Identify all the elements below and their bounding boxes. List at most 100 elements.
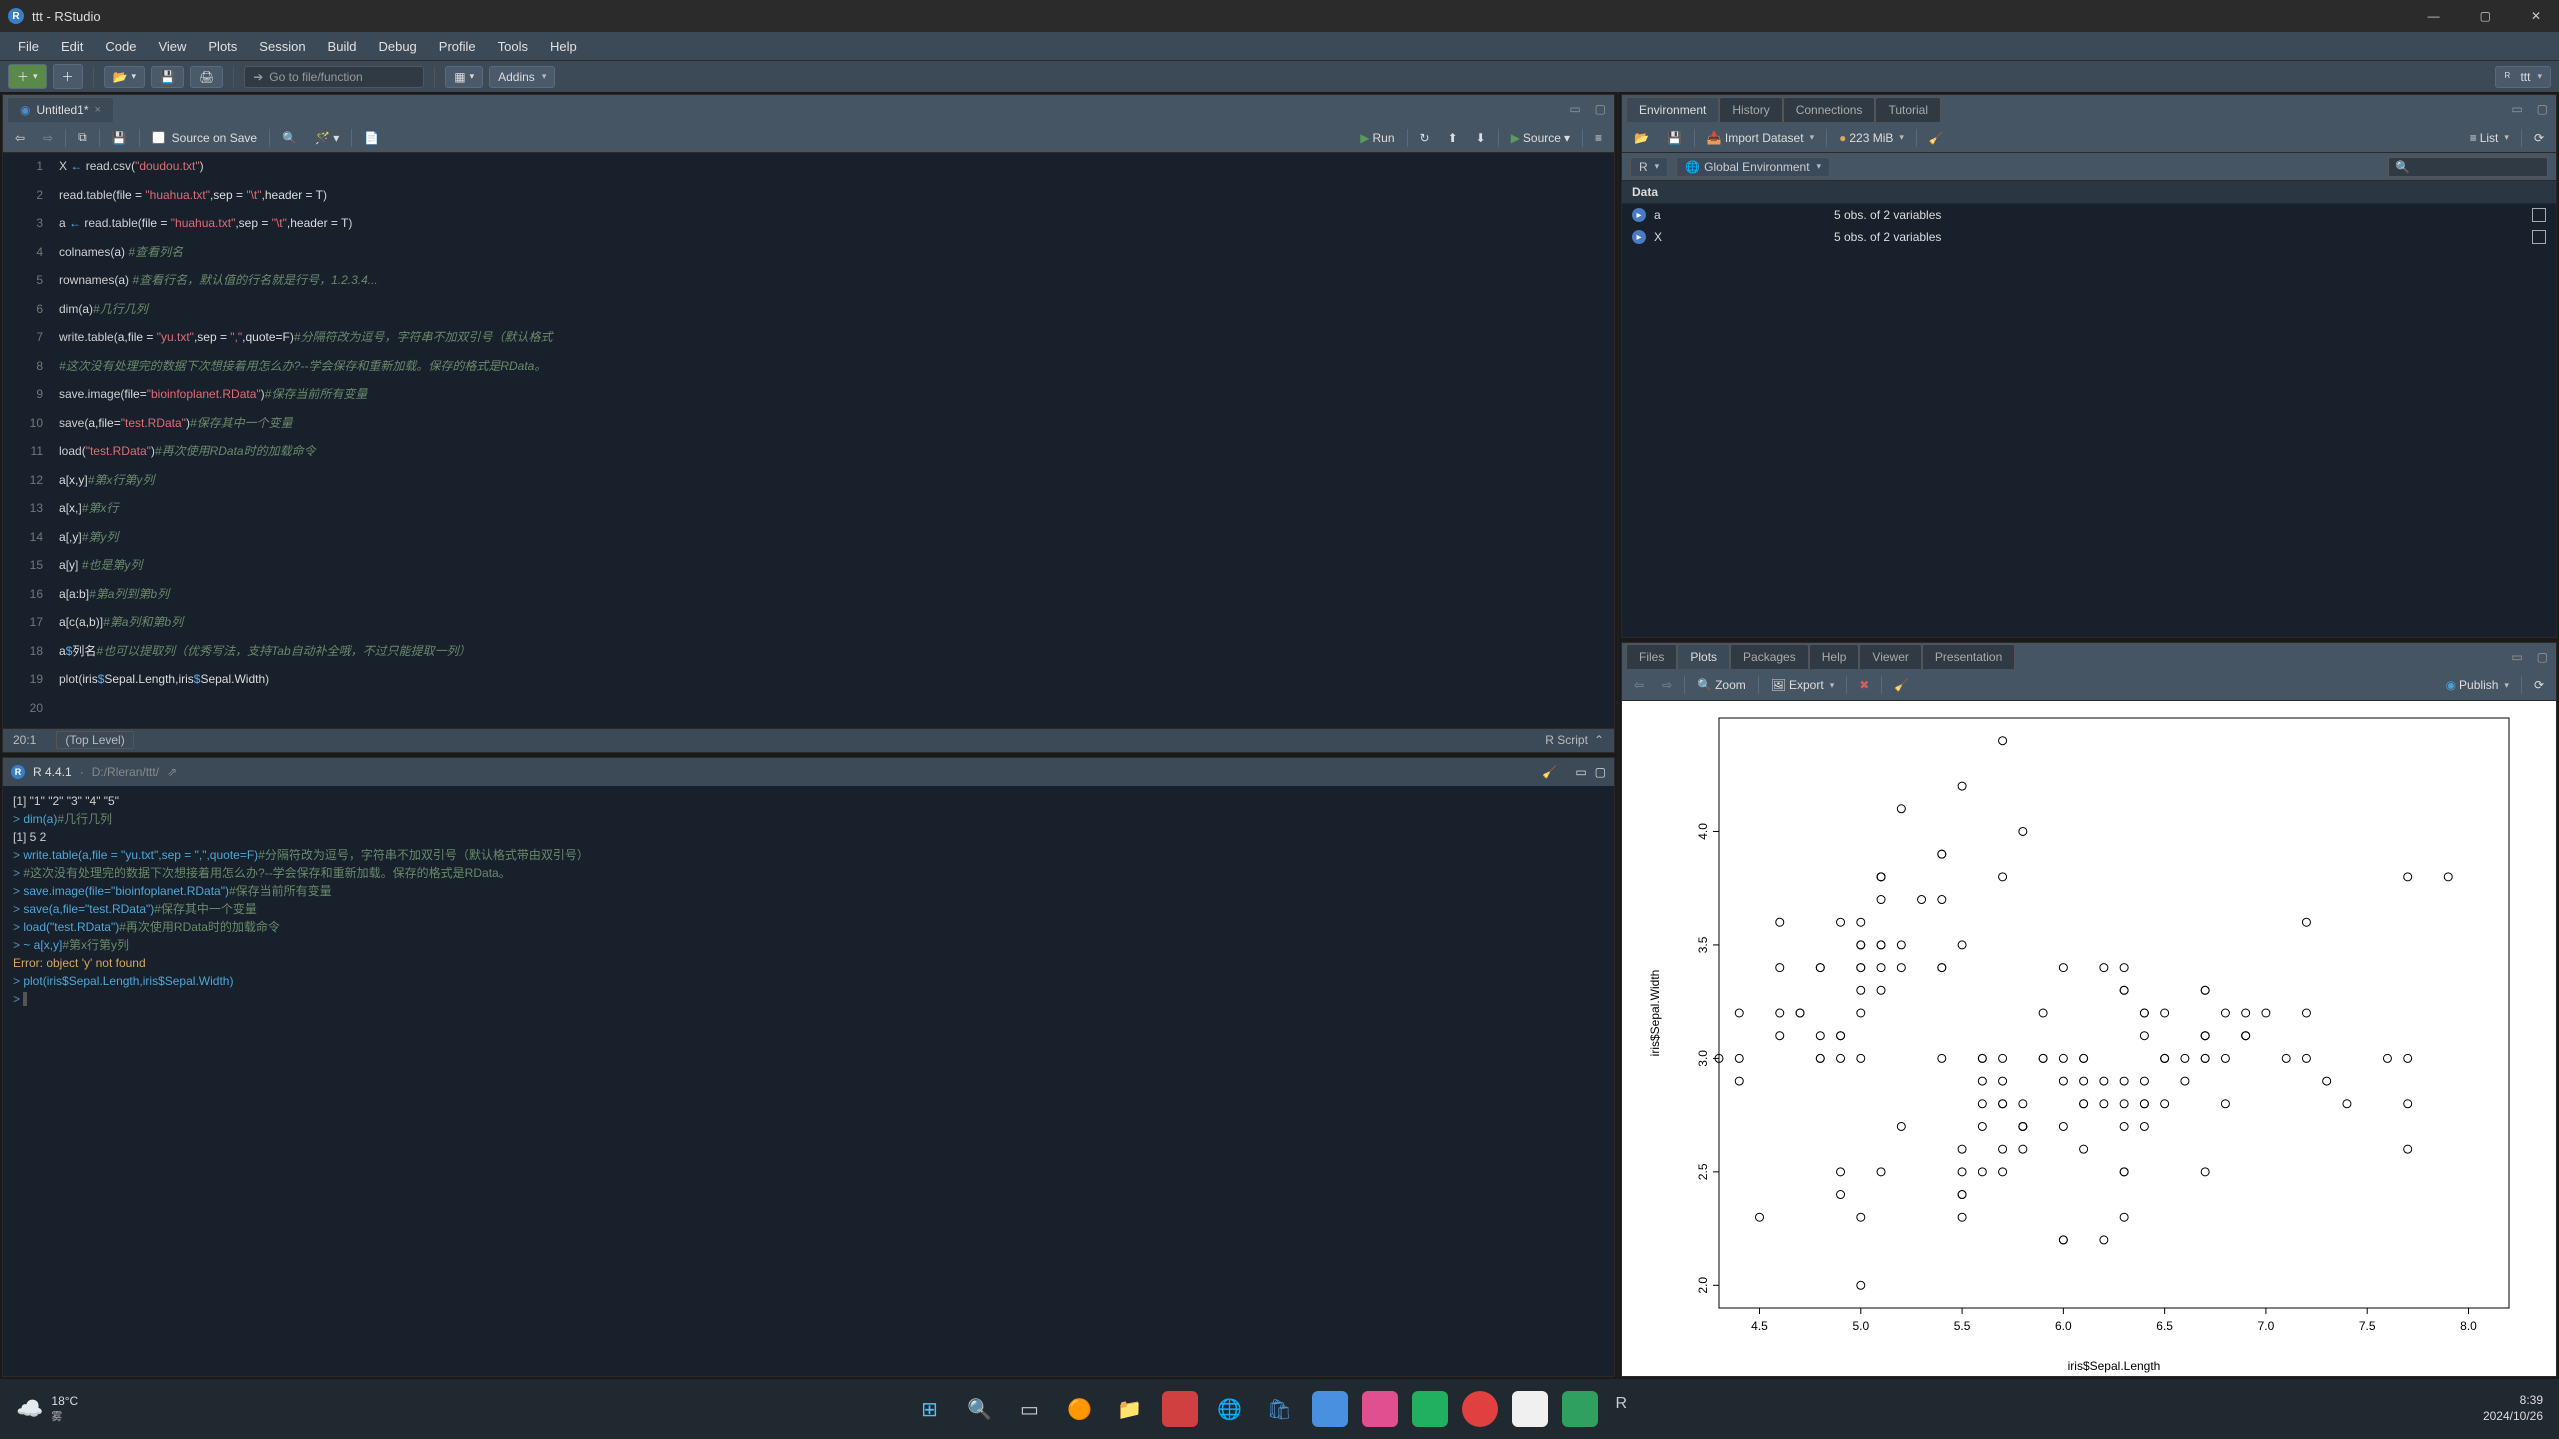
remove-plot-button[interactable]: ✖ (1853, 675, 1875, 695)
publish-button[interactable]: ◉ Publish (2440, 675, 2515, 695)
app-icon-5[interactable] (1462, 1391, 1498, 1427)
start-button[interactable]: ⊞ (912, 1391, 948, 1427)
print-button[interactable]: 🖨 (190, 66, 223, 88)
scope-label[interactable]: (Top Level) (56, 731, 133, 749)
search-button[interactable]: 🔍 (962, 1391, 998, 1427)
grid-view-button[interactable]: ▦▾ (445, 66, 483, 88)
maximize-button[interactable]: ▢ (2470, 5, 2501, 27)
app-icon-7[interactable] (1562, 1391, 1598, 1427)
app-icon-1[interactable] (1162, 1391, 1198, 1427)
load-workspace-button[interactable]: 📂 (1628, 128, 1655, 148)
tab-help[interactable]: Help (1809, 644, 1860, 669)
menu-edit[interactable]: Edit (51, 35, 93, 58)
file-explorer-button[interactable]: 📁 (1112, 1391, 1148, 1427)
tab-connections[interactable]: Connections (1783, 97, 1876, 122)
tab-environment[interactable]: Environment (1626, 97, 1719, 122)
minimize-env-icon[interactable]: ▭ (2507, 100, 2526, 118)
edge-button[interactable]: 🌐 (1212, 1391, 1248, 1427)
menu-file[interactable]: File (8, 35, 49, 58)
source-button[interactable]: ▶ Source ▾ (1505, 128, 1576, 148)
go-to-prev-button[interactable]: ⬆ (1442, 128, 1464, 148)
memory-usage[interactable]: ● 223 MiB (1833, 128, 1910, 148)
tab-presentation[interactable]: Presentation (1922, 644, 2015, 669)
store-button[interactable]: 🛍 (1262, 1391, 1298, 1427)
new-project-button[interactable]: ＋ (53, 64, 83, 89)
minimize-button[interactable]: — (2418, 5, 2450, 27)
console-output[interactable]: [1] "1" "2" "3" "4" "5"> dim(a)#几行几列[1] … (3, 786, 1614, 1376)
refresh-plot-button[interactable]: ⟳ (2528, 675, 2550, 695)
minimize-console-icon[interactable]: ▭ (1575, 765, 1586, 779)
export-plot-button[interactable]: 🖼 Export (1765, 675, 1840, 695)
goto-file-function-input[interactable]: ➔ Go to file/function (244, 66, 424, 88)
compile-report-button[interactable]: 📄 (358, 128, 385, 148)
rstudio-taskbar-button[interactable]: R (1612, 1391, 1648, 1427)
forward-button[interactable]: ⇨ (37, 128, 59, 148)
source-tab-untitled1[interactable]: ◉ Untitled1* × (7, 97, 114, 122)
menu-view[interactable]: View (148, 35, 196, 58)
menu-debug[interactable]: Debug (368, 35, 426, 58)
addins-button[interactable]: Addins (489, 66, 555, 88)
open-file-button[interactable]: 📂▾ (104, 66, 145, 88)
menu-help[interactable]: Help (540, 35, 587, 58)
clear-console-button[interactable]: 🧹 (1542, 765, 1557, 779)
save-workspace-button[interactable]: 💾 (1661, 128, 1688, 148)
import-dataset-button[interactable]: 📥 Import Dataset (1701, 128, 1820, 148)
tab-plots[interactable]: Plots (1677, 644, 1730, 669)
copilot-button[interactable]: 🟠 (1062, 1391, 1098, 1427)
menu-build[interactable]: Build (318, 35, 367, 58)
save-all-button[interactable]: 💾 (151, 66, 184, 88)
source-on-save-checkbox[interactable]: Source on Save (146, 128, 263, 148)
back-button[interactable]: ⇦ (9, 128, 31, 148)
refresh-env-button[interactable]: ⟳ (2528, 128, 2550, 148)
menu-code[interactable]: Code (95, 35, 146, 58)
app-icon-6[interactable] (1512, 1391, 1548, 1427)
menu-session[interactable]: Session (249, 35, 315, 58)
code-editor[interactable]: 1234567891011121314151617181920 X ← read… (3, 153, 1614, 728)
menu-plots[interactable]: Plots (198, 35, 247, 58)
expand-icon[interactable]: ▸ (1632, 230, 1646, 244)
close-tab-icon[interactable]: × (95, 104, 101, 116)
search-environment-input[interactable] (2388, 157, 2548, 177)
new-file-button[interactable]: ＋▾ (8, 64, 47, 89)
scope-selector[interactable]: 🌐 Global Environment (1676, 157, 1830, 177)
view-mode-button[interactable]: ≡ List (2464, 128, 2515, 148)
tab-viewer[interactable]: Viewer (1859, 644, 1921, 669)
system-clock[interactable]: 8:39 2024/10/26 (2483, 1393, 2543, 1424)
browse-icon[interactable]: ⇗ (167, 765, 177, 779)
tab-files[interactable]: Files (1626, 644, 1677, 669)
app-icon-4[interactable] (1412, 1391, 1448, 1427)
maximize-env-icon[interactable]: ▢ (2533, 100, 2552, 118)
app-icon-3[interactable] (1362, 1391, 1398, 1427)
close-button[interactable]: ✕ (2521, 5, 2551, 27)
env-row-a[interactable]: ▸a5 obs. of 2 variables (1622, 204, 2556, 226)
task-view-button[interactable]: ▭ (1012, 1391, 1048, 1427)
rerun-button[interactable]: ↻ (1414, 128, 1436, 148)
maximize-plots-icon[interactable]: ▢ (2533, 648, 2552, 666)
app-icon-2[interactable] (1312, 1391, 1348, 1427)
outline-button[interactable]: ≡ (1589, 128, 1608, 148)
minimize-pane-icon[interactable]: ▭ (1565, 100, 1584, 118)
view-data-icon[interactable] (2532, 208, 2546, 222)
maximize-pane-icon[interactable]: ▢ (1591, 100, 1610, 118)
weather-widget[interactable]: ☁️ 18°C 雾 (16, 1394, 78, 1424)
find-replace-button[interactable]: 🔍 (276, 128, 303, 148)
language-selector[interactable]: R (1630, 157, 1668, 177)
save-button[interactable]: 💾 (106, 128, 133, 148)
tab-packages[interactable]: Packages (1730, 644, 1809, 669)
working-dir-label[interactable]: D:/Rleran/ttt/ (92, 765, 159, 779)
clear-all-plots-button[interactable]: 🧹 (1888, 675, 1915, 695)
env-row-X[interactable]: ▸X5 obs. of 2 variables (1622, 226, 2556, 248)
clear-environment-button[interactable]: 🧹 (1923, 128, 1950, 148)
zoom-plot-button[interactable]: 🔍 Zoom (1691, 675, 1752, 695)
project-menu-button[interactable]: Rttt (2495, 66, 2551, 88)
expand-icon[interactable]: ▸ (1632, 208, 1646, 222)
maximize-console-icon[interactable]: ▢ (1595, 765, 1606, 779)
next-plot-button[interactable]: ⇨ (1656, 675, 1678, 695)
code-tools-button[interactable]: 🪄 ▾ (309, 128, 345, 148)
view-data-icon[interactable] (2532, 230, 2546, 244)
file-type-label[interactable]: R Script (1545, 733, 1588, 747)
prev-plot-button[interactable]: ⇦ (1628, 675, 1650, 695)
tab-history[interactable]: History (1719, 97, 1782, 122)
menu-tools[interactable]: Tools (488, 35, 538, 58)
show-in-new-window-button[interactable]: ⧉ (72, 127, 93, 148)
